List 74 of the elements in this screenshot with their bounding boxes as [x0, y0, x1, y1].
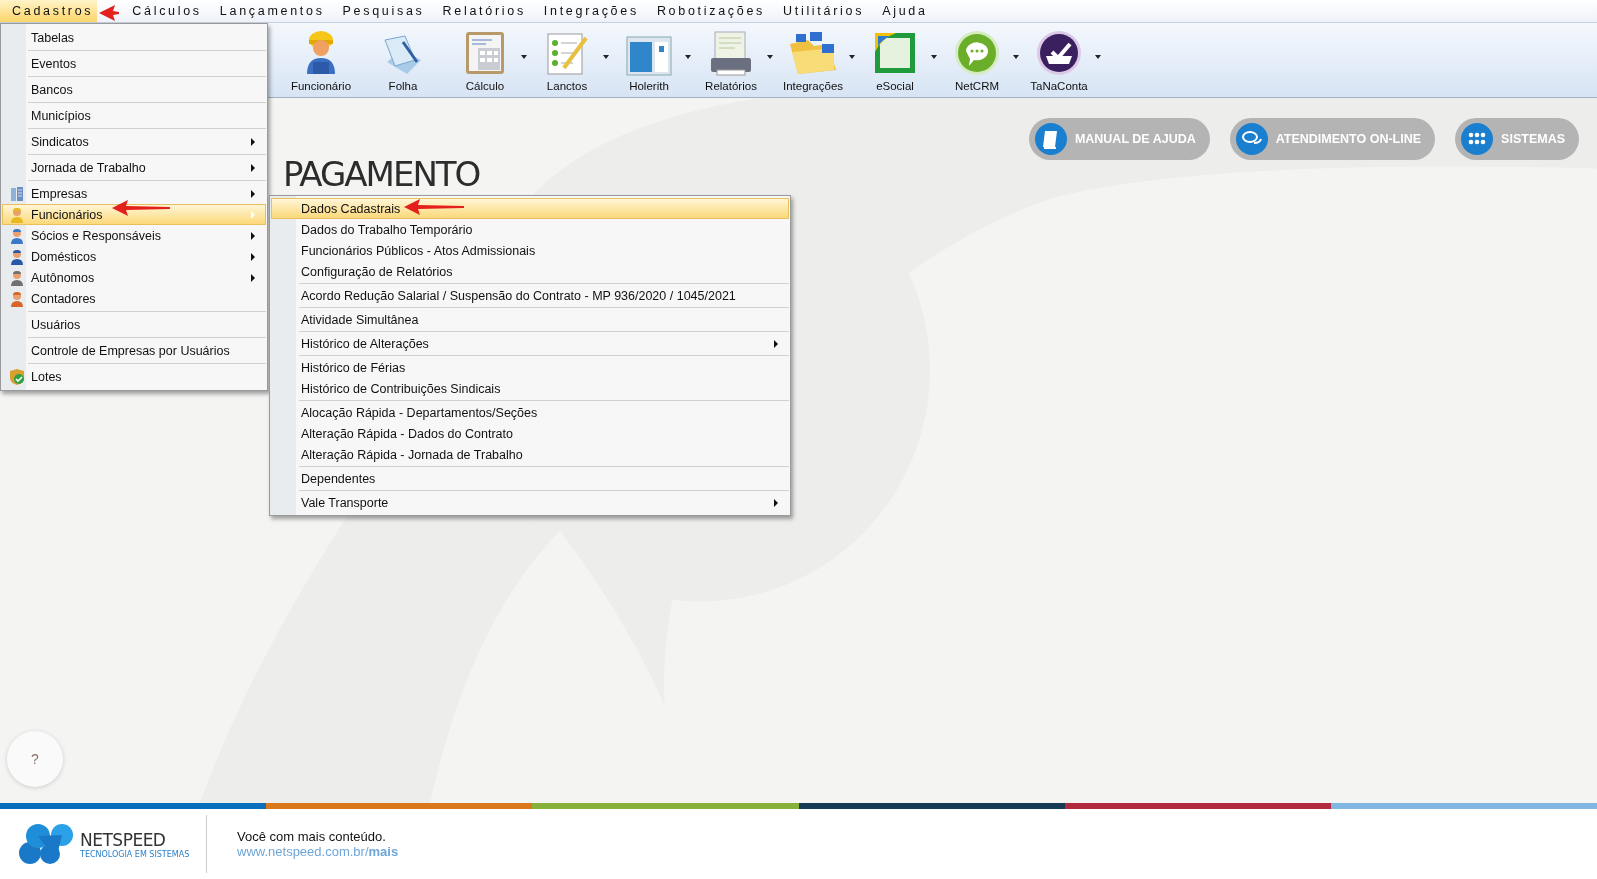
- footer-message: Você com mais conteúdo.: [237, 829, 387, 844]
- checklist-icon: [546, 32, 588, 76]
- menu-item[interactable]: Usuários: [2, 314, 266, 335]
- menu-item[interactable]: Tabelas: [2, 27, 266, 48]
- menu-item[interactable]: Controle de Empresas por Usuários: [2, 340, 266, 361]
- menu-item[interactable]: Autônomos: [2, 267, 266, 288]
- menu-item[interactable]: Vale Transporte: [271, 492, 789, 513]
- menu-item[interactable]: Funcionários Públicos - Atos Admissionais: [271, 240, 789, 261]
- book-icon: [1034, 123, 1067, 155]
- menu-item[interactable]: Histórico de Alterações: [271, 333, 789, 354]
- menu-item[interactable]: Histórico de Contribuições Sindicais: [271, 378, 789, 399]
- menu-item[interactable]: Funcionários: [2, 204, 266, 225]
- menu-item[interactable]: Relatórios: [433, 0, 535, 22]
- toolbar-button[interactable]: Folha: [370, 23, 436, 97]
- checkmark-icon: [1036, 30, 1082, 76]
- menu-item[interactable]: Municípios: [2, 105, 266, 126]
- brand-logo-icon: [16, 822, 74, 866]
- menu-item[interactable]: Lotes: [2, 366, 266, 387]
- menu-item[interactable]: Pesquisas: [333, 0, 434, 22]
- brand-name: NETSPEED: [80, 829, 167, 850]
- menu-item[interactable]: Alocação Rápida - Departamentos/Seções: [271, 402, 789, 423]
- annotation-arrow: [404, 198, 464, 216]
- toolbar-button[interactable]: Relatórios: [698, 23, 764, 97]
- menu-item[interactable]: Cadastros: [0, 0, 98, 22]
- toolbar-button[interactable]: Integrações: [780, 23, 846, 97]
- person-icon: [9, 227, 25, 244]
- toolbar-button[interactable]: Holerith: [616, 23, 682, 97]
- menu-item[interactable]: Dados do Trabalho Temporário: [271, 219, 789, 240]
- person-icon: [9, 290, 25, 307]
- menu-item[interactable]: Robotizações: [647, 0, 774, 22]
- apps-grid-icon: [1461, 123, 1494, 155]
- printer-icon: [709, 30, 753, 76]
- toolbar-button[interactable]: TaNaConta: [1026, 23, 1092, 97]
- menu-item[interactable]: Empresas: [2, 183, 266, 204]
- brand-tagline: TECNOLOGIA EM SISTEMAS: [80, 849, 190, 859]
- annotation-arrow: [112, 199, 170, 217]
- shield-icon: [8, 368, 26, 385]
- menu-item[interactable]: Eventos: [2, 53, 266, 74]
- menu-item[interactable]: Integrações: [534, 0, 648, 22]
- menu-item[interactable]: Dependentes: [271, 468, 789, 489]
- menu-item[interactable]: Bancos: [2, 79, 266, 100]
- folder-network-icon: [788, 30, 838, 76]
- menu-item[interactable]: Domésticos: [2, 246, 266, 267]
- person-icon: [9, 206, 25, 223]
- menu-item[interactable]: Contadores: [2, 288, 266, 309]
- window-icon: [626, 36, 672, 76]
- person-icon: [9, 269, 25, 286]
- toolbar-button[interactable]: Funcionário: [288, 23, 354, 97]
- toolbar-button[interactable]: Cálculo: [452, 23, 518, 97]
- chat-icon: [954, 30, 1000, 76]
- menu-item[interactable]: Utilitários: [774, 0, 874, 22]
- calculator-icon: [464, 30, 506, 76]
- product-logo: PAGAMENTO: [283, 154, 480, 194]
- menu-item[interactable]: Ajuda: [873, 0, 937, 22]
- menu-item[interactable]: Histórico de Férias: [271, 357, 789, 378]
- menu-item[interactable]: Sócios e Responsáveis: [2, 225, 266, 246]
- toolbar-button[interactable]: Lanctos: [534, 23, 600, 97]
- menu-item[interactable]: Jornada de Trabalho: [2, 157, 266, 178]
- menu-item[interactable]: Cálculos: [123, 0, 211, 22]
- menu-item[interactable]: Lançamentos: [210, 0, 334, 22]
- chat-bubbles-icon: [1235, 123, 1268, 155]
- menu-item[interactable]: Atividade Simultânea: [271, 309, 789, 330]
- menu-item[interactable]: Acordo Redução Salarial / Suspensão do Contrato - MP 936/2020 / 1045/2021: [271, 285, 789, 306]
- toolbar-button[interactable]: eSocial: [862, 23, 928, 97]
- menu-item[interactable]: Alteração Rápida - Dados do Contrato: [271, 423, 789, 444]
- menu-item[interactable]: Sindicatos: [2, 131, 266, 152]
- toolbar-button[interactable]: NetCRM: [944, 23, 1010, 97]
- building-icon: [9, 185, 25, 202]
- menu-item[interactable]: Configuração de Relatórios: [271, 261, 789, 282]
- esocial-icon: [872, 30, 918, 76]
- menu-item[interactable]: Alteração Rápida - Jornada de Trabalho: [271, 444, 789, 465]
- annotation-arrow: [99, 4, 119, 22]
- person-icon: [9, 248, 25, 265]
- menu-item[interactable]: Dados Cadastrais: [271, 198, 789, 219]
